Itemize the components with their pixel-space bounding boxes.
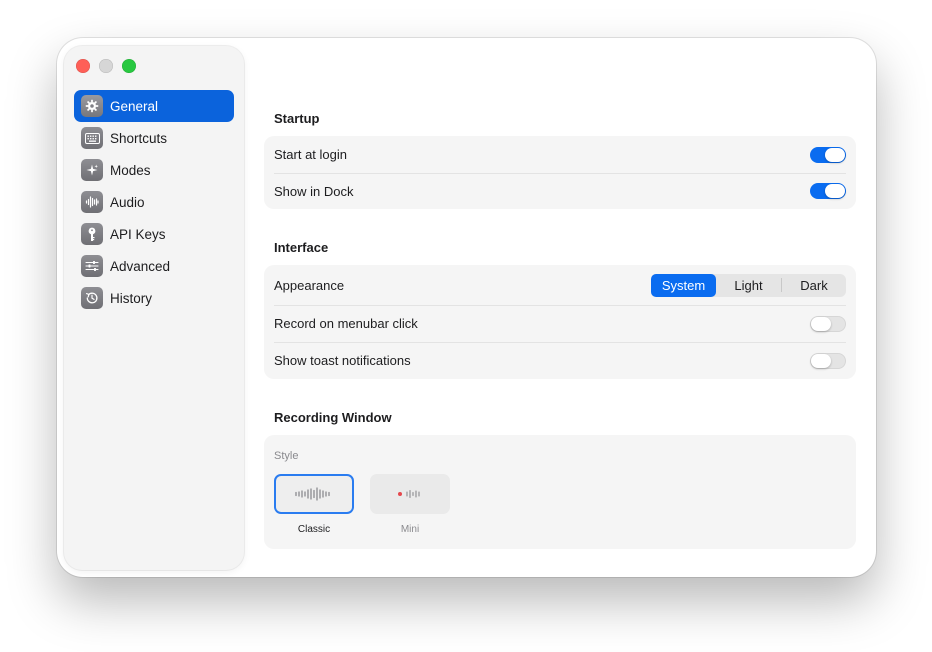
toggle-knob xyxy=(825,184,845,198)
zoom-window-button[interactable] xyxy=(122,59,136,73)
toggle-knob xyxy=(811,316,831,331)
sidebar-item-label: History xyxy=(110,290,153,306)
show-in-dock-toggle[interactable] xyxy=(810,183,846,199)
keyboard-icon xyxy=(81,127,103,149)
show-in-dock-label: Show in Dock xyxy=(274,183,354,199)
sparkle-icon xyxy=(81,159,103,181)
recording-window-section-title: Recording Window xyxy=(274,410,392,425)
appearance-option-system[interactable]: System xyxy=(651,273,716,297)
sidebar-item-label: API Keys xyxy=(110,226,166,242)
sidebar-item-history[interactable]: History xyxy=(74,282,234,314)
record-on-menubar-click-toggle[interactable] xyxy=(810,315,846,332)
clock-history-icon xyxy=(81,287,103,309)
style-option-classic-label: Classic xyxy=(297,524,331,535)
interface-group: Appearance System Light Dark Record on m… xyxy=(264,265,856,379)
appearance-segmented-control: System Light Dark xyxy=(651,273,846,297)
record-on-menubar-click-row: Record on menubar click xyxy=(264,305,856,342)
toggle-knob xyxy=(811,353,831,368)
sidebar-item-label: General xyxy=(110,98,159,114)
style-option-mini-label: Mini xyxy=(400,524,420,535)
style-option-mini[interactable] xyxy=(370,474,450,514)
show-in-dock-row: Show in Dock xyxy=(264,173,856,209)
startup-group: Start at login Show in Dock xyxy=(264,136,856,209)
record-on-menubar-click-label: Record on menubar click xyxy=(274,316,418,331)
appearance-row: Appearance System Light Dark xyxy=(264,265,856,305)
traffic-lights xyxy=(76,59,136,73)
settings-window: General Shortcuts Modes Audio API Keys A… xyxy=(57,38,876,577)
sidebar-item-shortcuts[interactable]: Shortcuts xyxy=(74,122,234,154)
toggle-knob xyxy=(825,147,845,162)
appearance-label: Appearance xyxy=(274,277,345,293)
sidebar-item-api-keys[interactable]: API Keys xyxy=(74,218,234,250)
sidebar-item-label: Advanced xyxy=(110,258,171,274)
sidebar-item-advanced[interactable]: Advanced xyxy=(74,250,234,282)
start-at-login-toggle[interactable] xyxy=(810,146,846,163)
appearance-option-dark[interactable]: Dark xyxy=(782,274,846,297)
gear-icon xyxy=(81,95,103,117)
sidebar-item-label: Shortcuts xyxy=(110,130,168,146)
waveform-icon xyxy=(81,191,103,213)
sidebar-item-modes[interactable]: Modes xyxy=(74,154,234,186)
sidebar-nav: General Shortcuts Modes Audio API Keys A… xyxy=(74,90,234,314)
sidebar-item-general[interactable]: General xyxy=(74,90,234,122)
sidebar-item-label: Audio xyxy=(110,194,145,210)
key-icon xyxy=(81,223,103,245)
waveform-icon xyxy=(295,487,330,501)
show-toast-notifications-label: Show toast notifications xyxy=(274,353,411,368)
sidebar-item-audio[interactable]: Audio xyxy=(74,186,234,218)
show-toast-notifications-row: Show toast notifications xyxy=(264,342,856,379)
startup-section-title: Startup xyxy=(274,111,320,126)
style-option-classic[interactable] xyxy=(274,474,354,514)
sidebar-item-label: Modes xyxy=(110,162,151,178)
minimize-window-button[interactable] xyxy=(99,59,113,73)
style-label: Style xyxy=(274,450,299,462)
general-settings-pane: Startup Start at login Show in Dock Inte… xyxy=(264,38,856,577)
mini-recorder-icon xyxy=(398,489,420,499)
sliders-icon xyxy=(81,255,103,277)
appearance-option-light[interactable]: Light xyxy=(716,274,781,297)
interface-section-title: Interface xyxy=(274,240,329,255)
show-toast-notifications-toggle[interactable] xyxy=(810,352,846,369)
close-window-button[interactable] xyxy=(76,59,90,73)
start-at-login-label: Start at login xyxy=(274,147,347,162)
start-at-login-row: Start at login xyxy=(264,136,856,173)
sidebar: General Shortcuts Modes Audio API Keys A… xyxy=(64,46,244,570)
recording-window-group: Style Classic Mini xyxy=(264,435,856,549)
